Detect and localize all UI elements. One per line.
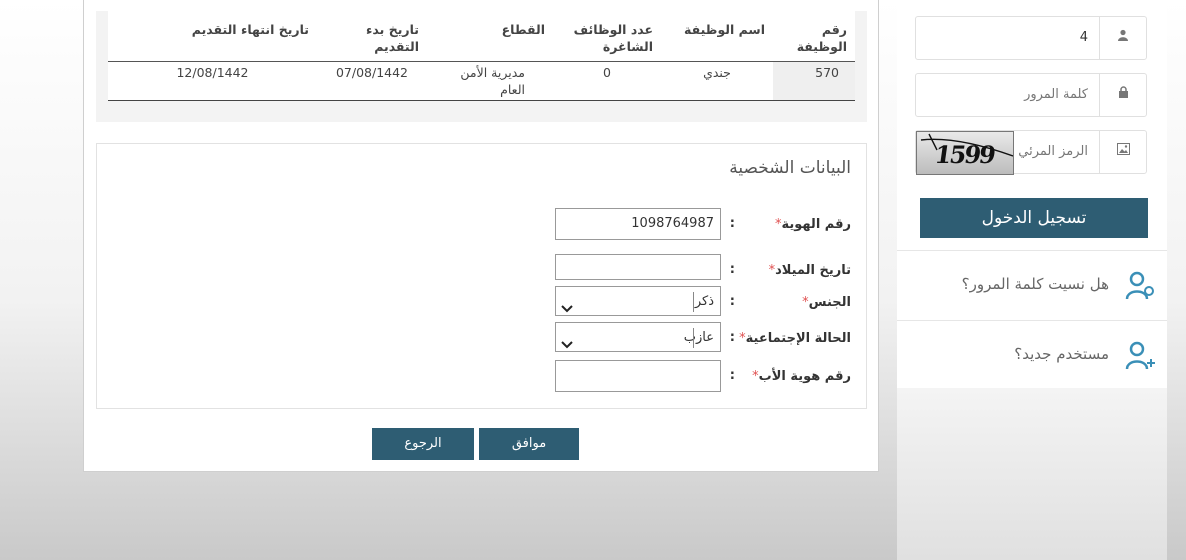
gender-row: الجنس* : ذكر [331,286,851,318]
captcha-placeholder: الرمز المرئي [1018,144,1088,159]
image-icon [1099,131,1146,173]
login-sidebar: 4 كلمة المرور الرمز المرئي 1599 تسجيل ال… [897,0,1167,388]
father-id-label: رقم هوية الأب* [752,369,851,384]
col-header-job-number: رقم الوظيفة [773,11,855,62]
marital-status-row: الحالة الإجتماعية* : عازب [331,322,851,354]
id-number-input[interactable]: 1098764987 [555,208,721,240]
chevron-down-icon [561,295,573,325]
back-button[interactable]: الرجوع [372,428,474,460]
table-row[interactable]: 570 جندي 0 مديرية الأمن العام 07/08/1442… [108,61,855,101]
login-button[interactable]: تسجيل الدخول [920,198,1148,238]
main-panel: رقم الوظيفة اسم الوظيفة عدد الوظائف الشا… [83,0,879,472]
personal-data-section: البيانات الشخصية رقم الهوية* : 109876498… [96,143,867,409]
key-person-icon [1123,269,1157,307]
lock-icon [1099,74,1146,116]
col-header-vacancies: عدد الوظائف الشاغرة [553,11,661,62]
chevron-down-icon [561,331,573,361]
col-header-start-date: تاريخ بدء التقديم [317,11,427,62]
birth-date-label: تاريخ الميلاد* [768,263,851,278]
cell-job-number: 570 [773,61,855,101]
jobs-table-container: رقم الوظيفة اسم الوظيفة عدد الوظائف الشا… [96,11,867,122]
jobs-table-header-row: رقم الوظيفة اسم الوظيفة عدد الوظائف الشا… [108,11,855,62]
user-icon [1099,17,1146,59]
add-user-icon [1123,339,1157,377]
birth-date-input[interactable] [555,254,721,280]
father-id-input[interactable] [555,360,721,392]
cell-vacancies: 0 [553,61,661,101]
section-title: البيانات الشخصية [729,158,851,178]
gender-label: الجنس* [802,295,851,310]
id-number-row: رقم الهوية* : 1098764987 [331,208,851,240]
col-header-sector: القطاع [427,11,553,62]
ok-button[interactable]: موافق [479,428,579,460]
sidebar-background [897,388,1167,560]
username-value: 4 [1079,30,1088,45]
cell-start-date: 07/08/1442 [317,61,427,101]
marital-status-select[interactable]: عازب [555,322,721,352]
cell-end-date: 12/08/1442 [108,61,317,101]
id-number-label: رقم الهوية* [774,217,851,232]
marital-status-label: الحالة الإجتماعية* [739,331,851,346]
new-user-link[interactable]: مستخدم جديد؟ [897,320,1167,390]
col-header-end-date: تاريخ انتهاء التقديم [108,11,317,62]
password-placeholder: كلمة المرور [1024,87,1088,102]
captcha-image: 1599 [916,131,1014,175]
forgot-password-link[interactable]: هل نسيت كلمة المرور؟ [897,250,1167,320]
captcha-field[interactable]: الرمز المرئي 1599 [915,130,1147,175]
password-field[interactable]: كلمة المرور [915,73,1147,117]
jobs-table: رقم الوظيفة اسم الوظيفة عدد الوظائف الشا… [108,11,855,101]
username-field[interactable]: 4 [915,16,1147,60]
father-id-row: رقم هوية الأب* : [331,360,851,392]
cell-job-name: جندي [661,61,773,101]
birth-date-row: تاريخ الميلاد* : [331,254,851,286]
cell-sector: مديرية الأمن العام [427,61,553,101]
col-header-job-name: اسم الوظيفة [661,11,773,62]
gender-select[interactable]: ذكر [555,286,721,316]
